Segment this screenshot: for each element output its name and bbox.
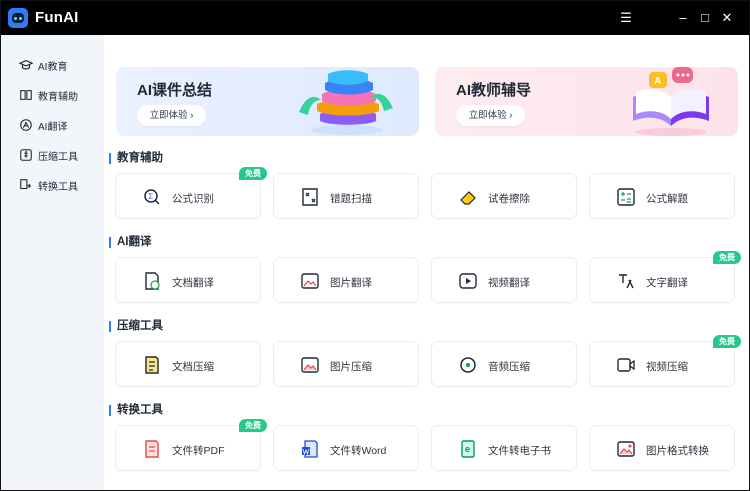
section-title-convert-tools: 转换工具 — [109, 404, 163, 416]
tool-card-label: 试卷擦除 — [488, 193, 530, 205]
tool-card-label: 视频压缩 — [646, 361, 688, 373]
tool-card-wrong-question-scan[interactable]: 错题扫描 — [273, 173, 419, 219]
banner-title: AI课件总结 — [137, 82, 213, 99]
tool-card-paper-eraser[interactable]: 试卷擦除 — [431, 173, 577, 219]
tool-card-file-to-ebook[interactable]: e 文件转电子书 — [431, 425, 577, 471]
video-compress-icon — [617, 358, 635, 372]
svg-text:e: e — [465, 444, 470, 454]
banner-title: AI教师辅导 — [456, 82, 532, 99]
free-badge: 免费 — [713, 335, 741, 348]
sidebar-item-compress-tools[interactable]: 压缩工具 — [19, 146, 101, 164]
minimize-button[interactable]: – — [674, 9, 692, 27]
tool-card-label: 文档翻译 — [172, 277, 214, 289]
sidebar: AI教育 教育辅助 AI翻译 压缩工具 转换工具 — [1, 35, 104, 490]
tool-card-video-compress[interactable]: 视频压缩 免费 — [589, 335, 741, 387]
tool-card-image-translate[interactable]: 图片翻译 — [273, 257, 419, 303]
tool-card-label: 公式识别 — [172, 193, 214, 205]
banner-ai-teacher-tutoring[interactable]: AI教师辅导 立即体验 › A — [435, 67, 738, 136]
image-translate-icon — [301, 273, 319, 289]
sidebar-item-label: 压缩工具 — [38, 151, 78, 163]
app-window: FunAI ☰ – □ ✕ AI教育 教育辅助 AI翻译 压缩工具 转换工具 A… — [0, 0, 750, 491]
formula-recognition-icon: Σ — [144, 189, 160, 205]
svg-text:Σ: Σ — [148, 192, 153, 201]
tool-card-label: 图片翻译 — [330, 277, 372, 289]
tool-card-label: 文字翻译 — [646, 277, 688, 289]
text-translate-icon — [619, 274, 634, 289]
stacked-books-icon — [299, 70, 393, 135]
tool-card-label: 图片格式转换 — [646, 445, 709, 457]
tool-card-document-translate[interactable]: 文档翻译 — [115, 257, 261, 303]
maximize-button[interactable]: □ — [696, 9, 714, 27]
tool-card-formula-solve[interactable]: 公式解题 — [589, 173, 735, 219]
sidebar-item-label: 教育辅助 — [38, 91, 78, 103]
tool-card-text-translate[interactable]: 文字翻译 免费 — [589, 251, 741, 303]
tool-card-audio-compress[interactable]: 音频压缩 — [431, 341, 577, 387]
tool-card-label: 文件转电子书 — [488, 445, 551, 457]
section-title-compress-tools: 压缩工具 — [109, 320, 163, 332]
document-compress-icon — [145, 356, 159, 374]
tool-card-file-to-word[interactable]: 文件转Word — [273, 425, 419, 471]
audio-compress-icon — [460, 357, 476, 373]
image-compress-icon — [301, 357, 319, 373]
app-title: FunAI — [35, 9, 79, 26]
free-badge: 免费 — [239, 167, 267, 180]
wrong-question-scan-icon — [302, 188, 318, 206]
tool-card-video-translate[interactable]: 视频翻译 — [431, 257, 577, 303]
tool-card-label: 图片压缩 — [330, 361, 372, 373]
sidebar-item-education-assist[interactable]: 教育辅助 — [19, 86, 101, 104]
tool-card-label: 音频压缩 — [488, 361, 530, 373]
free-badge: 免费 — [713, 251, 741, 264]
tool-card-label: 视频翻译 — [488, 277, 530, 289]
sidebar-item-ai-education[interactable]: AI教育 — [19, 56, 101, 74]
sidebar-item-label: 转换工具 — [38, 181, 78, 193]
funai-logo-icon — [8, 8, 28, 28]
file-to-ebook-icon: e — [461, 440, 475, 458]
tool-card-label: 文档压缩 — [172, 361, 214, 373]
sidebar-item-convert-tools[interactable]: 转换工具 — [19, 176, 101, 194]
banner-ai-courseware-summary[interactable]: AI课件总结 立即体验 › — [116, 67, 419, 136]
tool-card-image-format-convert[interactable]: 图片格式转换 — [589, 425, 735, 471]
close-button[interactable]: ✕ — [718, 9, 736, 27]
svg-text:A: A — [654, 76, 661, 87]
convert-icon — [20, 179, 32, 190]
image-format-convert-icon — [617, 441, 635, 457]
tool-card-file-to-pdf[interactable]: 文件转PDF 免费 — [115, 419, 267, 471]
tool-card-label: 错题扫描 — [330, 193, 372, 205]
tool-card-label: 公式解题 — [646, 193, 688, 205]
menu-button[interactable]: ☰ — [617, 9, 635, 27]
translate-icon — [20, 119, 32, 131]
graduation-cap-icon — [19, 60, 33, 70]
tool-card-formula-recognition[interactable]: Σ 公式识别 免费 — [115, 167, 267, 219]
try-now-button[interactable]: 立即体验 › — [137, 105, 206, 126]
tool-card-label: 文件转PDF — [172, 445, 225, 457]
eraser-icon — [460, 191, 476, 205]
calculator-icon — [617, 188, 635, 206]
section-title-education-assist: 教育辅助 — [109, 152, 163, 164]
file-to-pdf-icon — [145, 440, 159, 458]
video-translate-icon — [459, 273, 477, 289]
try-now-button[interactable]: 立即体验 › — [456, 105, 525, 126]
sidebar-item-ai-translate[interactable]: AI翻译 — [19, 116, 101, 134]
free-badge: 免费 — [239, 419, 267, 432]
tool-card-document-compress[interactable]: 文档压缩 — [115, 341, 261, 387]
compress-icon — [20, 149, 32, 161]
sidebar-item-label: AI翻译 — [38, 121, 68, 133]
book-icon — [20, 90, 32, 100]
tool-card-label: 文件转Word — [330, 445, 387, 457]
tool-card-image-compress[interactable]: 图片压缩 — [273, 341, 419, 387]
section-title-ai-translate: AI翻译 — [109, 236, 152, 248]
title-bar: FunAI ☰ – □ ✕ — [1, 1, 749, 35]
main-content: AI课件总结 立即体验 › AI教师辅导 立即体验 › A 教育辅助 AI翻译 … — [104, 35, 749, 490]
sidebar-item-label: AI教育 — [38, 61, 68, 73]
document-translate-icon — [145, 272, 160, 290]
file-to-word-icon — [302, 440, 318, 458]
open-book-icon: A — [633, 67, 709, 136]
